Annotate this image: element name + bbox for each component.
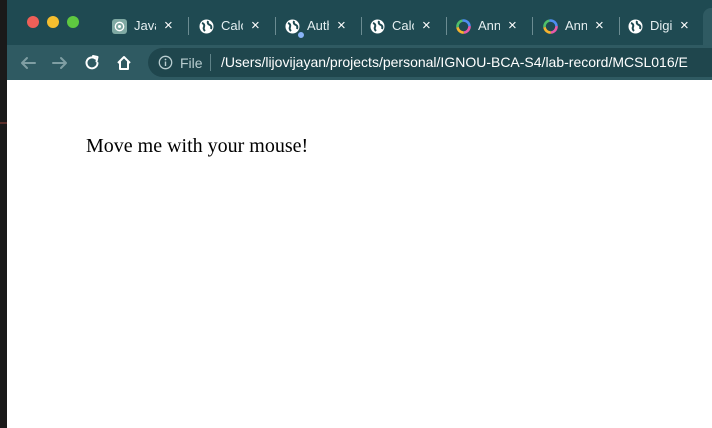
tab-close-icon[interactable]: × xyxy=(337,17,346,34)
tab-java[interactable]: Java × xyxy=(104,9,189,43)
tab-ann-2[interactable]: Ann × xyxy=(535,9,620,43)
colorful-ring-icon xyxy=(456,19,471,34)
tab-title: Digi xyxy=(650,18,672,33)
info-icon[interactable] xyxy=(158,55,173,70)
scheme-label: File xyxy=(180,55,203,71)
window-close-button[interactable] xyxy=(27,16,39,28)
colorful-ring-icon xyxy=(543,19,558,34)
tab-title: Ann xyxy=(565,18,587,33)
home-icon xyxy=(117,56,131,70)
desktop-background xyxy=(0,0,7,428)
tab-calc-1[interactable]: Calc × xyxy=(191,9,276,43)
tab-strip: Java × Calc × A xyxy=(7,0,712,45)
globe-icon xyxy=(628,19,643,34)
tab-close-icon[interactable]: × xyxy=(680,17,689,34)
tab-activity-dot xyxy=(297,31,305,39)
forward-arrow-icon xyxy=(52,57,67,69)
tab-title: Java xyxy=(134,18,156,33)
window-maximize-button[interactable] xyxy=(67,16,79,28)
tab-close-icon[interactable]: × xyxy=(251,17,260,34)
address-divider xyxy=(210,54,211,71)
tab-separator xyxy=(532,17,533,35)
background-window-edge xyxy=(0,122,7,124)
tab-close-icon[interactable]: × xyxy=(422,17,431,34)
tab-title: Ann xyxy=(478,18,500,33)
reload-button[interactable] xyxy=(80,51,104,75)
browser-toolbar: File /Users/lijovijayan/projects/persona… xyxy=(7,45,712,80)
window-minimize-button[interactable] xyxy=(47,16,59,28)
tab-digi[interactable]: Digi × xyxy=(620,9,702,43)
reload-icon xyxy=(85,55,99,70)
page-content: Move me with your mouse! xyxy=(7,80,712,428)
tab-auth[interactable]: Auth × xyxy=(277,9,362,43)
browser-window: Java × Calc × A xyxy=(7,0,712,428)
tab-title: Calc xyxy=(392,18,414,33)
draggable-text[interactable]: Move me with your mouse! xyxy=(86,135,308,158)
tab-close-icon[interactable]: × xyxy=(595,17,604,34)
tab-ann-1[interactable]: Ann × xyxy=(448,9,533,43)
tab-separator xyxy=(275,17,276,35)
tab-separator xyxy=(188,17,189,35)
chatgpt-icon xyxy=(112,19,127,34)
tab-title: Calc xyxy=(221,18,243,33)
tab-close-icon[interactable]: × xyxy=(164,17,173,34)
tab-calc-2[interactable]: Calc × xyxy=(362,9,447,43)
tab-close-icon[interactable]: × xyxy=(508,17,517,34)
back-arrow-icon xyxy=(21,57,36,69)
home-button[interactable] xyxy=(112,51,136,75)
globe-icon xyxy=(370,19,385,34)
forward-button[interactable] xyxy=(48,51,72,75)
globe-icon xyxy=(199,19,214,34)
tab-title: Auth xyxy=(307,18,329,33)
back-button[interactable] xyxy=(16,51,40,75)
active-tab-edge[interactable] xyxy=(703,8,712,45)
tab-separator xyxy=(446,17,447,35)
url-text[interactable]: /Users/lijovijayan/projects/personal/IGN… xyxy=(221,54,688,70)
address-bar[interactable]: File /Users/lijovijayan/projects/persona… xyxy=(148,48,712,77)
